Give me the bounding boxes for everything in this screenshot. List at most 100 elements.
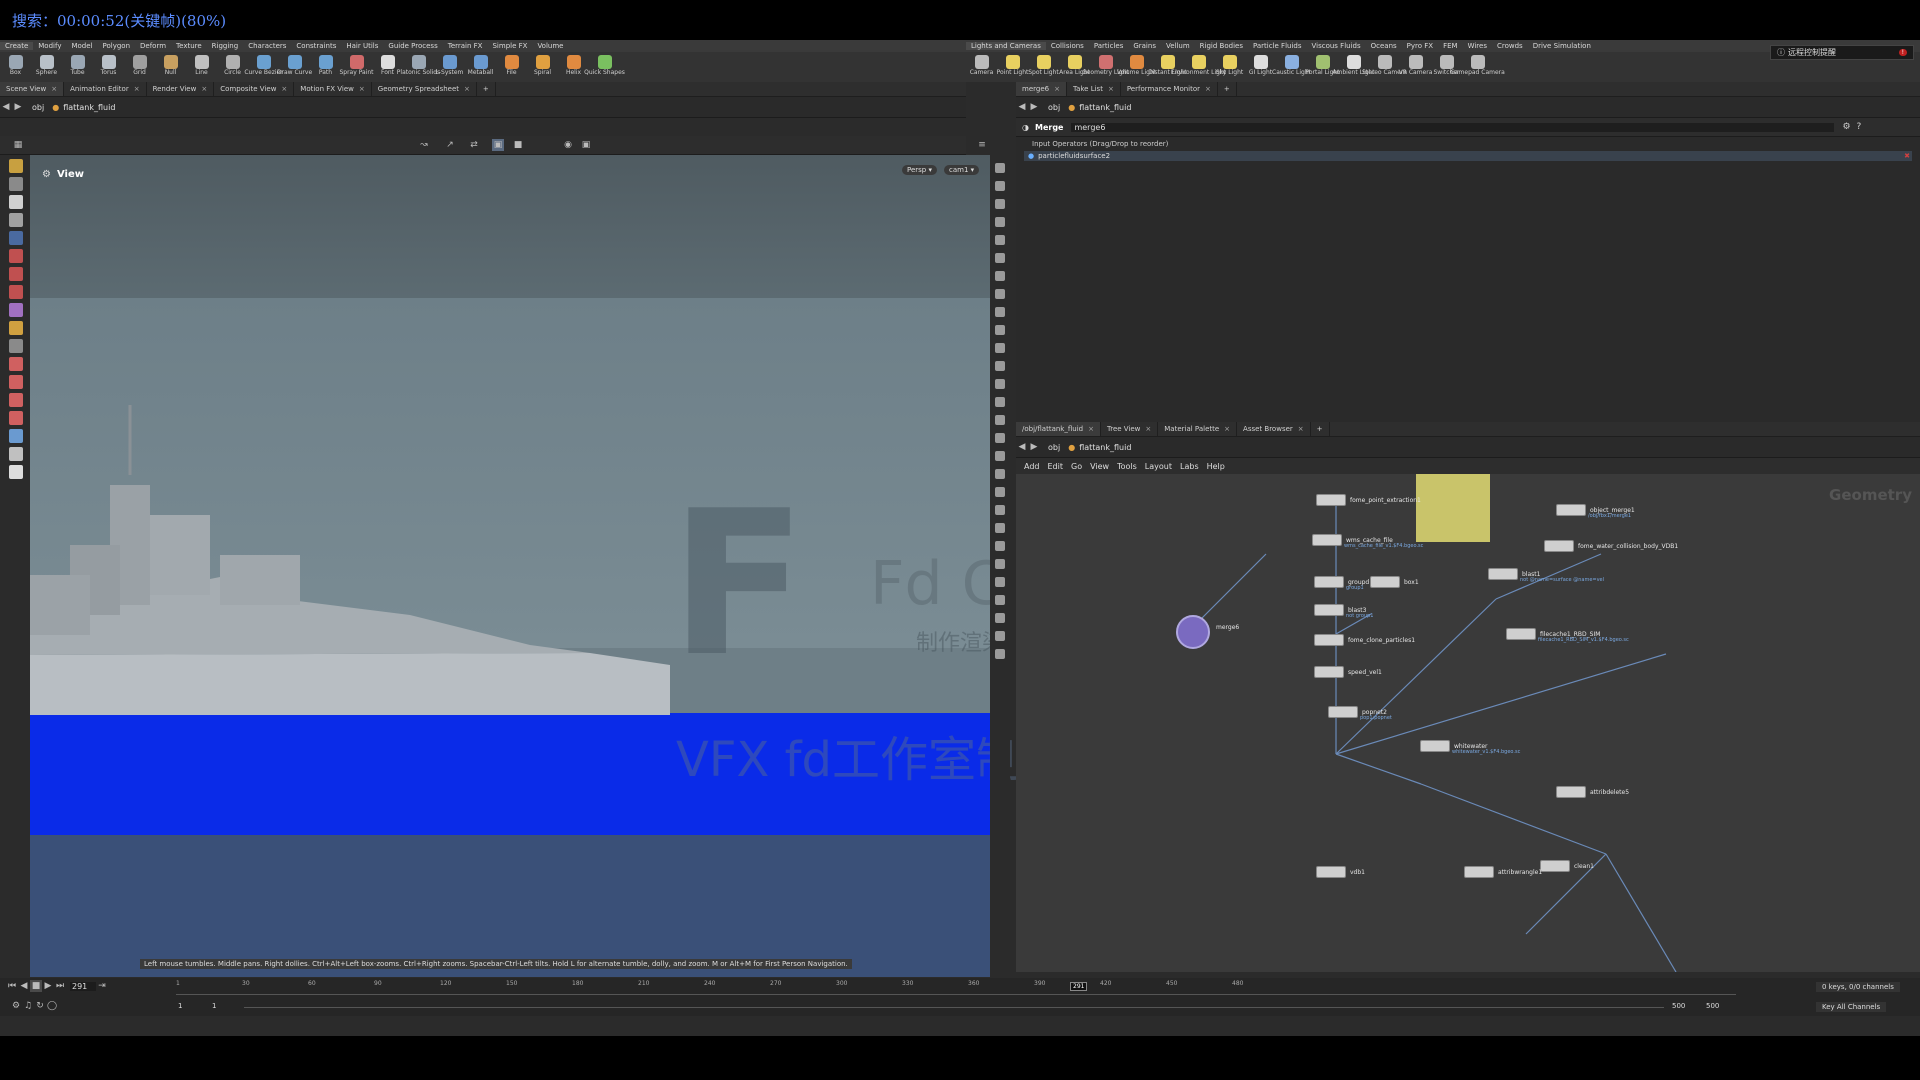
node-groupd[interactable]: groupd group1: [1314, 576, 1369, 591]
network-menu-edit[interactable]: Edit: [1048, 462, 1064, 471]
tab-asset-browser[interactable]: Asset Browser ×: [1237, 422, 1311, 436]
close-tab-icon[interactable]: ×: [1224, 425, 1230, 433]
shelf-tool-null[interactable]: Null: [155, 52, 186, 82]
close-tab-icon[interactable]: ×: [281, 85, 287, 93]
display-option-8-icon[interactable]: [995, 289, 1005, 299]
display-option-24-icon[interactable]: [995, 577, 1005, 587]
viewport-tool-12-icon[interactable]: [9, 357, 23, 371]
close-tab-icon[interactable]: ×: [464, 85, 470, 93]
tab-motion-fx-view[interactable]: Motion FX View ×: [294, 82, 372, 96]
close-tab-icon[interactable]: ×: [1108, 85, 1114, 93]
display-option-3-icon[interactable]: [995, 199, 1005, 209]
shelf-tab-drive-simulation[interactable]: Drive Simulation: [1528, 42, 1596, 50]
stop-icon[interactable]: ■: [30, 980, 42, 992]
viewport-tool-9-icon[interactable]: [9, 303, 23, 317]
timeline-ruler[interactable]: 1 30 60 90 120 150 180 210 240 270 300 330 360 390 420…: [176, 980, 1736, 995]
realtime-icon[interactable]: ⚙: [10, 1000, 22, 1012]
merge6-node-selected[interactable]: [1176, 615, 1210, 649]
shelf-tool-gamepad-camera[interactable]: Gamepad Camera: [1450, 52, 1505, 82]
node-fome-clone-particles1[interactable]: fome_clone_particles1: [1314, 634, 1415, 646]
close-tab-icon[interactable]: ×: [1054, 85, 1060, 93]
viewport-tool-14-icon[interactable]: [9, 393, 23, 407]
jump-start-icon[interactable]: ⏮: [6, 980, 18, 992]
shelf-tool-spray-paint[interactable]: Spray Paint: [339, 52, 374, 82]
node-filecache1-rbd-sim[interactable]: filecache1_RBD_SIM filecache1_RBD_SIM_v1.…: [1506, 628, 1629, 643]
close-tab-icon[interactable]: ×: [51, 85, 57, 93]
tab--obj-flattank-fluid[interactable]: /obj/flattank_fluid ×: [1016, 422, 1101, 436]
node-object-merge1[interactable]: object_merge1/obj/fbx1/merge1: [1556, 504, 1635, 519]
shelf-tab-rigid-bodies[interactable]: Rigid Bodies: [1195, 42, 1248, 50]
shelf-tool-switcher[interactable]: Switcher: [1431, 52, 1462, 82]
network-menu-view[interactable]: View: [1090, 462, 1109, 471]
viewport-tool-15-icon[interactable]: [9, 411, 23, 425]
path-context[interactable]: obj: [1048, 103, 1060, 112]
audio-icon[interactable]: ♫: [22, 1000, 34, 1012]
network-menu-tools[interactable]: Tools: [1117, 462, 1137, 471]
view-gear-icon[interactable]: ⚙: [42, 169, 51, 180]
network-menu-help[interactable]: Help: [1207, 462, 1225, 471]
shelf-tool-metaball[interactable]: Metaball: [465, 52, 496, 82]
camera-menu[interactable]: cam1 ▾: [944, 165, 980, 175]
back-arrow-icon[interactable]: ◀: [1016, 101, 1028, 113]
shelf-tab-polygon[interactable]: Polygon: [98, 42, 136, 50]
viewport-tool-6-icon[interactable]: [9, 249, 23, 263]
range-start-field[interactable]: 1: [178, 1002, 182, 1010]
tab-animation-editor[interactable]: Animation Editor ×: [64, 82, 147, 96]
shelf-tab-lights-and-cameras[interactable]: Lights and Cameras: [966, 42, 1046, 50]
shelf-tab-terrain-fx[interactable]: Terrain FX: [443, 42, 488, 50]
shelf-tab-fem[interactable]: FEM: [1438, 42, 1463, 50]
display-option-22-icon[interactable]: [995, 541, 1005, 551]
close-tab-icon[interactable]: ×: [1205, 85, 1211, 93]
shelf-tool-draw-curve[interactable]: Draw Curve: [277, 52, 312, 82]
shelf-tool-circle[interactable]: Circle: [217, 52, 248, 82]
range-slider[interactable]: [244, 1007, 1664, 1008]
display-option-6-icon[interactable]: [995, 253, 1005, 263]
shelf-tab-grains[interactable]: Grains: [1128, 42, 1161, 50]
node-speed-vel1[interactable]: speed_vel1: [1314, 666, 1382, 678]
tab-performance-monitor[interactable]: Performance Monitor ×: [1121, 82, 1218, 96]
shelf-tab-crowds[interactable]: Crowds: [1492, 42, 1528, 50]
grid-icon[interactable]: ▦: [12, 139, 24, 151]
shelf-tab-viscous-fluids[interactable]: Viscous Fluids: [1307, 42, 1366, 50]
display-option-7-icon[interactable]: [995, 271, 1005, 281]
add-tab-button[interactable]: +: [1218, 82, 1237, 96]
shelf-tab-characters[interactable]: Characters: [243, 42, 291, 50]
shelf-tool-helix[interactable]: Helix: [558, 52, 589, 82]
viewport-tool-11-icon[interactable]: [9, 339, 23, 353]
shelf-tool-point-light[interactable]: Point Light: [997, 52, 1028, 82]
display-option-1-icon[interactable]: [995, 163, 1005, 173]
close-tab-icon[interactable]: ×: [134, 85, 140, 93]
display-option-19-icon[interactable]: [995, 487, 1005, 497]
shelf-tool-sky-light[interactable]: Sky Light: [1214, 52, 1245, 82]
tab-composite-view[interactable]: Composite View ×: [214, 82, 295, 96]
node-fome-point-extraction1[interactable]: fome_point_extraction1: [1316, 494, 1421, 506]
tab-merge6[interactable]: merge6 ×: [1016, 82, 1067, 96]
display-option-21-icon[interactable]: [995, 523, 1005, 533]
viewport-tool-18-icon[interactable]: [9, 465, 23, 479]
shelf-tab-oceans[interactable]: Oceans: [1366, 42, 1402, 50]
shelf-tool-tube[interactable]: Tube: [62, 52, 93, 82]
viewport-tool-10-icon[interactable]: [9, 321, 23, 335]
shelf-tool-spot-light[interactable]: Spot Light: [1028, 52, 1059, 82]
shelf-tab-model[interactable]: Model: [66, 42, 97, 50]
shelf-tab-texture[interactable]: Texture: [171, 42, 207, 50]
shelf-tab-rigging[interactable]: Rigging: [207, 42, 244, 50]
projection-menu[interactable]: Persp ▾: [902, 165, 937, 175]
gear-icon[interactable]: ⚙: [1842, 122, 1850, 132]
shelf-tool-torus[interactable]: Torus: [93, 52, 124, 82]
display-option-12-icon[interactable]: [995, 361, 1005, 371]
network-editor[interactable]: Geometry fome_point_extraction1 wms_cache…: [1016, 474, 1920, 972]
display-option-25-icon[interactable]: [995, 595, 1005, 605]
node-name-field[interactable]: merge6: [1071, 122, 1835, 132]
current-frame-field[interactable]: 291: [70, 981, 96, 991]
node-attribwrangle1[interactable]: attribwrangle1: [1464, 866, 1542, 878]
add-tab-button[interactable]: +: [1311, 422, 1330, 436]
shelf-tool-distant-light[interactable]: Distant Light: [1148, 52, 1187, 82]
display-option-13-icon[interactable]: [995, 379, 1005, 389]
node-clean1[interactable]: clean1: [1540, 860, 1594, 872]
shelf-tool-vr-camera[interactable]: VR Camera: [1399, 52, 1432, 82]
remove-icon[interactable]: ✖: [1904, 152, 1910, 160]
close-tab-icon[interactable]: ×: [1298, 425, 1304, 433]
viewport-tool-17-icon[interactable]: [9, 447, 23, 461]
shelf-tab-guide-process[interactable]: Guide Process: [383, 42, 442, 50]
